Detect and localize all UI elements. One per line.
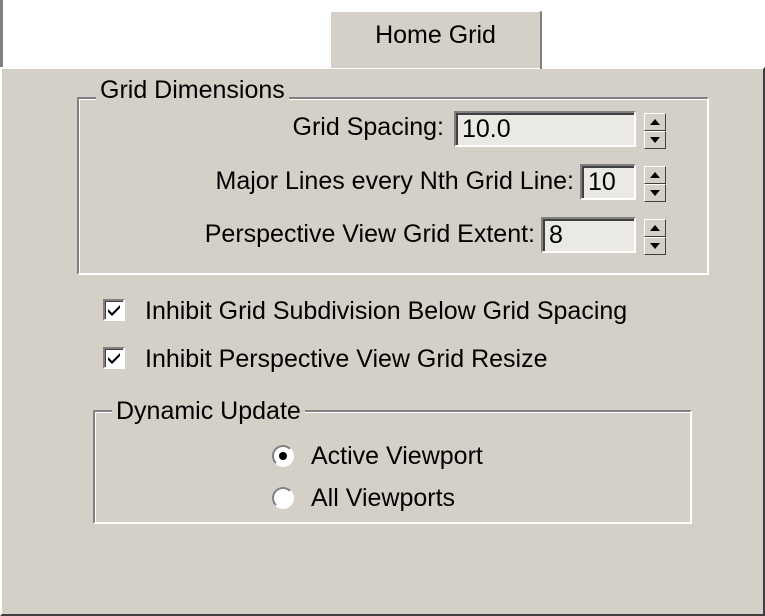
- tab-shadow: [540, 12, 542, 69]
- all-viewports-label[interactable]: All Viewports: [311, 483, 455, 513]
- tab-home-grid-label: Home Grid: [375, 21, 496, 49]
- radio-selected-dot: [279, 452, 287, 460]
- arrow-down-icon: [650, 137, 660, 143]
- grid-spacing-input[interactable]: [454, 111, 636, 147]
- all-viewports-radio[interactable]: [272, 487, 294, 509]
- checkmark-icon: [108, 305, 120, 316]
- spinner-up-button[interactable]: [644, 219, 666, 237]
- perspective-extent-label: Perspective View Grid Extent:: [204, 220, 535, 248]
- perspective-extent-spinner[interactable]: [644, 219, 666, 255]
- inhibit-subdivision-label[interactable]: Inhibit Grid Subdivision Below Grid Spac…: [145, 296, 627, 326]
- window-left-edge: [0, 0, 3, 67]
- arrow-up-icon: [650, 225, 660, 231]
- inhibit-resize-checkbox[interactable]: [103, 347, 125, 369]
- spinner-up-button[interactable]: [644, 113, 666, 131]
- spinner-down-button[interactable]: [644, 237, 666, 255]
- perspective-extent-input[interactable]: [541, 217, 636, 253]
- arrow-down-icon: [650, 243, 660, 249]
- spinner-down-button[interactable]: [644, 131, 666, 149]
- arrow-up-icon: [650, 119, 660, 125]
- spinner-down-button[interactable]: [644, 184, 666, 202]
- dynamic-update-title: Dynamic Update: [112, 397, 305, 425]
- arrow-down-icon: [650, 190, 660, 196]
- inhibit-subdivision-checkbox[interactable]: [103, 299, 125, 321]
- checkmark-icon: [108, 353, 120, 364]
- arrow-up-icon: [650, 172, 660, 178]
- active-viewport-radio[interactable]: [272, 445, 294, 467]
- grid-spacing-label: Grid Spacing:: [292, 113, 444, 141]
- active-viewport-label[interactable]: Active Viewport: [311, 441, 483, 471]
- spinner-up-button[interactable]: [644, 166, 666, 184]
- grid-spacing-spinner[interactable]: [644, 113, 666, 149]
- grid-dimensions-title: Grid Dimensions: [96, 76, 289, 104]
- inhibit-resize-label[interactable]: Inhibit Perspective View Grid Resize: [145, 344, 548, 374]
- major-lines-spinner[interactable]: [644, 166, 666, 202]
- major-lines-label: Major Lines every Nth Grid Line:: [215, 167, 574, 195]
- tab-home-grid[interactable]: Home Grid: [329, 10, 542, 68]
- major-lines-input[interactable]: [580, 164, 636, 200]
